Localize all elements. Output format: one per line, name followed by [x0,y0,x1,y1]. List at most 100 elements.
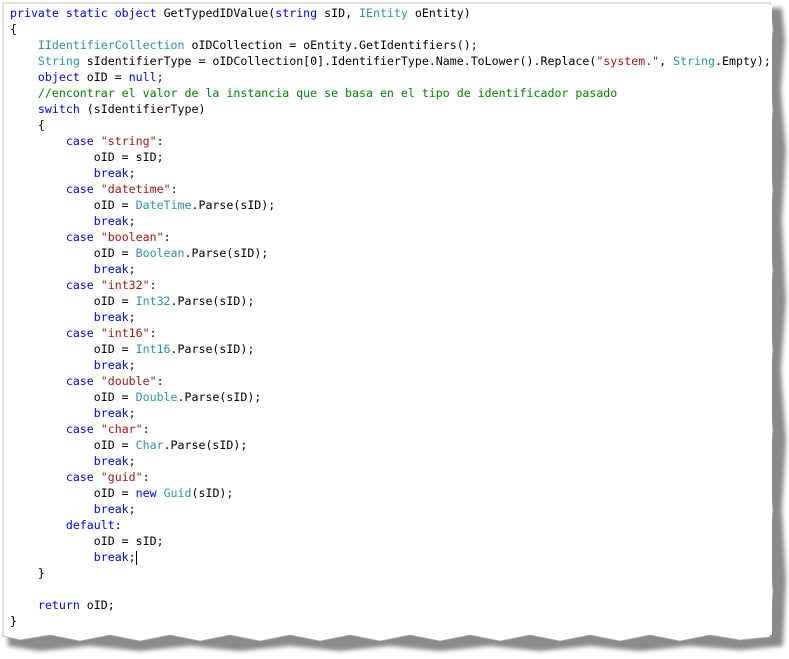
code-token-plain: oID = [10,438,136,452]
code-token-keyword: break [93,214,129,228]
code-line: oID = sID; [10,149,772,165]
code-token-keyword: break [93,406,129,420]
code-token-keyword: case [65,230,94,244]
code-line: case "guid": [10,469,772,485]
code-token-plain: .Parse(sID); [184,246,269,260]
code-line: oID = Boolean.Parse(sID); [10,245,772,261]
code-token-plain: : [142,470,150,484]
code-token-plain: } [10,566,45,580]
code-token-plain: oIDCollection = oEntity.GetIdentifiers()… [184,38,478,52]
code-line: IIdentifierCollection oIDCollection = oE… [10,37,772,53]
code-line: return oID; [10,597,772,613]
code-token-plain: : [170,182,178,196]
code-token-string: "int16" [100,326,150,340]
code-editor[interactable]: private static object GetTypedIDValue(st… [10,5,772,635]
code-line: //encontrar el valor de la instancia que… [10,85,772,101]
code-token-plain: : [163,230,171,244]
code-token-keyword: break [93,166,129,180]
code-token-plain: .Parse(sID); [170,294,255,308]
code-token-string: "char" [100,422,143,436]
code-token-plain: .Empty); [715,54,771,68]
code-token-plain: : [142,422,150,436]
code-token-keyword: case [65,422,94,436]
code-token-plain: ; [128,406,136,420]
code-token-plain: .Parse(sID); [191,198,276,212]
code-line: break; [10,453,772,469]
code-token-plain: : [156,374,164,388]
code-token-type: Char [135,438,164,452]
code-token-plain: oID = sID; [10,534,164,548]
code-token-plain: ; [128,502,136,516]
code-token-comment: //encontrar el valor de la instancia que… [37,86,618,100]
code-token-keyword: case [65,182,94,196]
code-token-plain: oID = [10,342,136,356]
code-token-plain: oID = [10,486,136,500]
code-token-plain: : [149,278,157,292]
code-token-keyword: break [93,454,129,468]
code-token-keyword: object [37,70,80,84]
code-line: case "int32": [10,277,772,293]
code-token-plain: (sID); [191,486,234,500]
code-token-keyword: break [93,262,129,276]
code-line: } [10,565,772,581]
code-token-plain: oID = sID; [10,150,164,164]
code-block: private static object GetTypedIDValue(st… [10,5,772,629]
code-token-plain: oID = [10,246,136,260]
code-token-plain: oID = [10,198,136,212]
code-token-keyword: case [65,278,94,292]
code-token-keyword: string [275,6,318,20]
code-token-string: "double" [100,374,157,388]
code-token-plain: ; [156,70,164,84]
code-line: break; [10,549,772,565]
code-token-string: "system." [596,54,660,68]
code-token-keyword: case [65,326,94,340]
code-token-plain: oID = [79,70,129,84]
code-token-plain: oEntity) [407,6,471,20]
code-token-keyword: break [93,358,129,372]
code-line: oID = new Guid(sID); [10,485,772,501]
code-line: case "int16": [10,325,772,341]
code-line: break; [10,357,772,373]
code-token-plain: ; [128,454,136,468]
code-token-string: "int32" [100,278,150,292]
code-token-plain: } [10,614,17,628]
code-token-type: IEntity [359,6,408,20]
code-token-plain: { [10,118,45,132]
code-token-type: Guid [163,486,192,500]
code-token-plain: : [114,518,122,532]
code-token-plain: oID; [79,598,115,612]
code-line: break; [10,501,772,517]
code-token-plain: ; [128,214,136,228]
code-line: oID = Int32.Parse(sID); [10,293,772,309]
code-token-type: Int16 [135,342,171,356]
code-token-string: "string" [100,134,157,148]
code-token-keyword: case [65,134,94,148]
code-token-plain: .Parse(sID); [177,390,262,404]
code-line: { [10,21,772,37]
code-token-type: String [673,54,716,68]
code-line: break; [10,309,772,325]
code-line: default: [10,517,772,533]
code-token-plain: sID, [317,6,360,20]
code-line: case "boolean": [10,229,772,245]
code-token-type: Boolean [135,246,185,260]
code-token-type: String [37,54,80,68]
code-token-keyword: case [65,470,94,484]
code-line: break; [10,165,772,181]
